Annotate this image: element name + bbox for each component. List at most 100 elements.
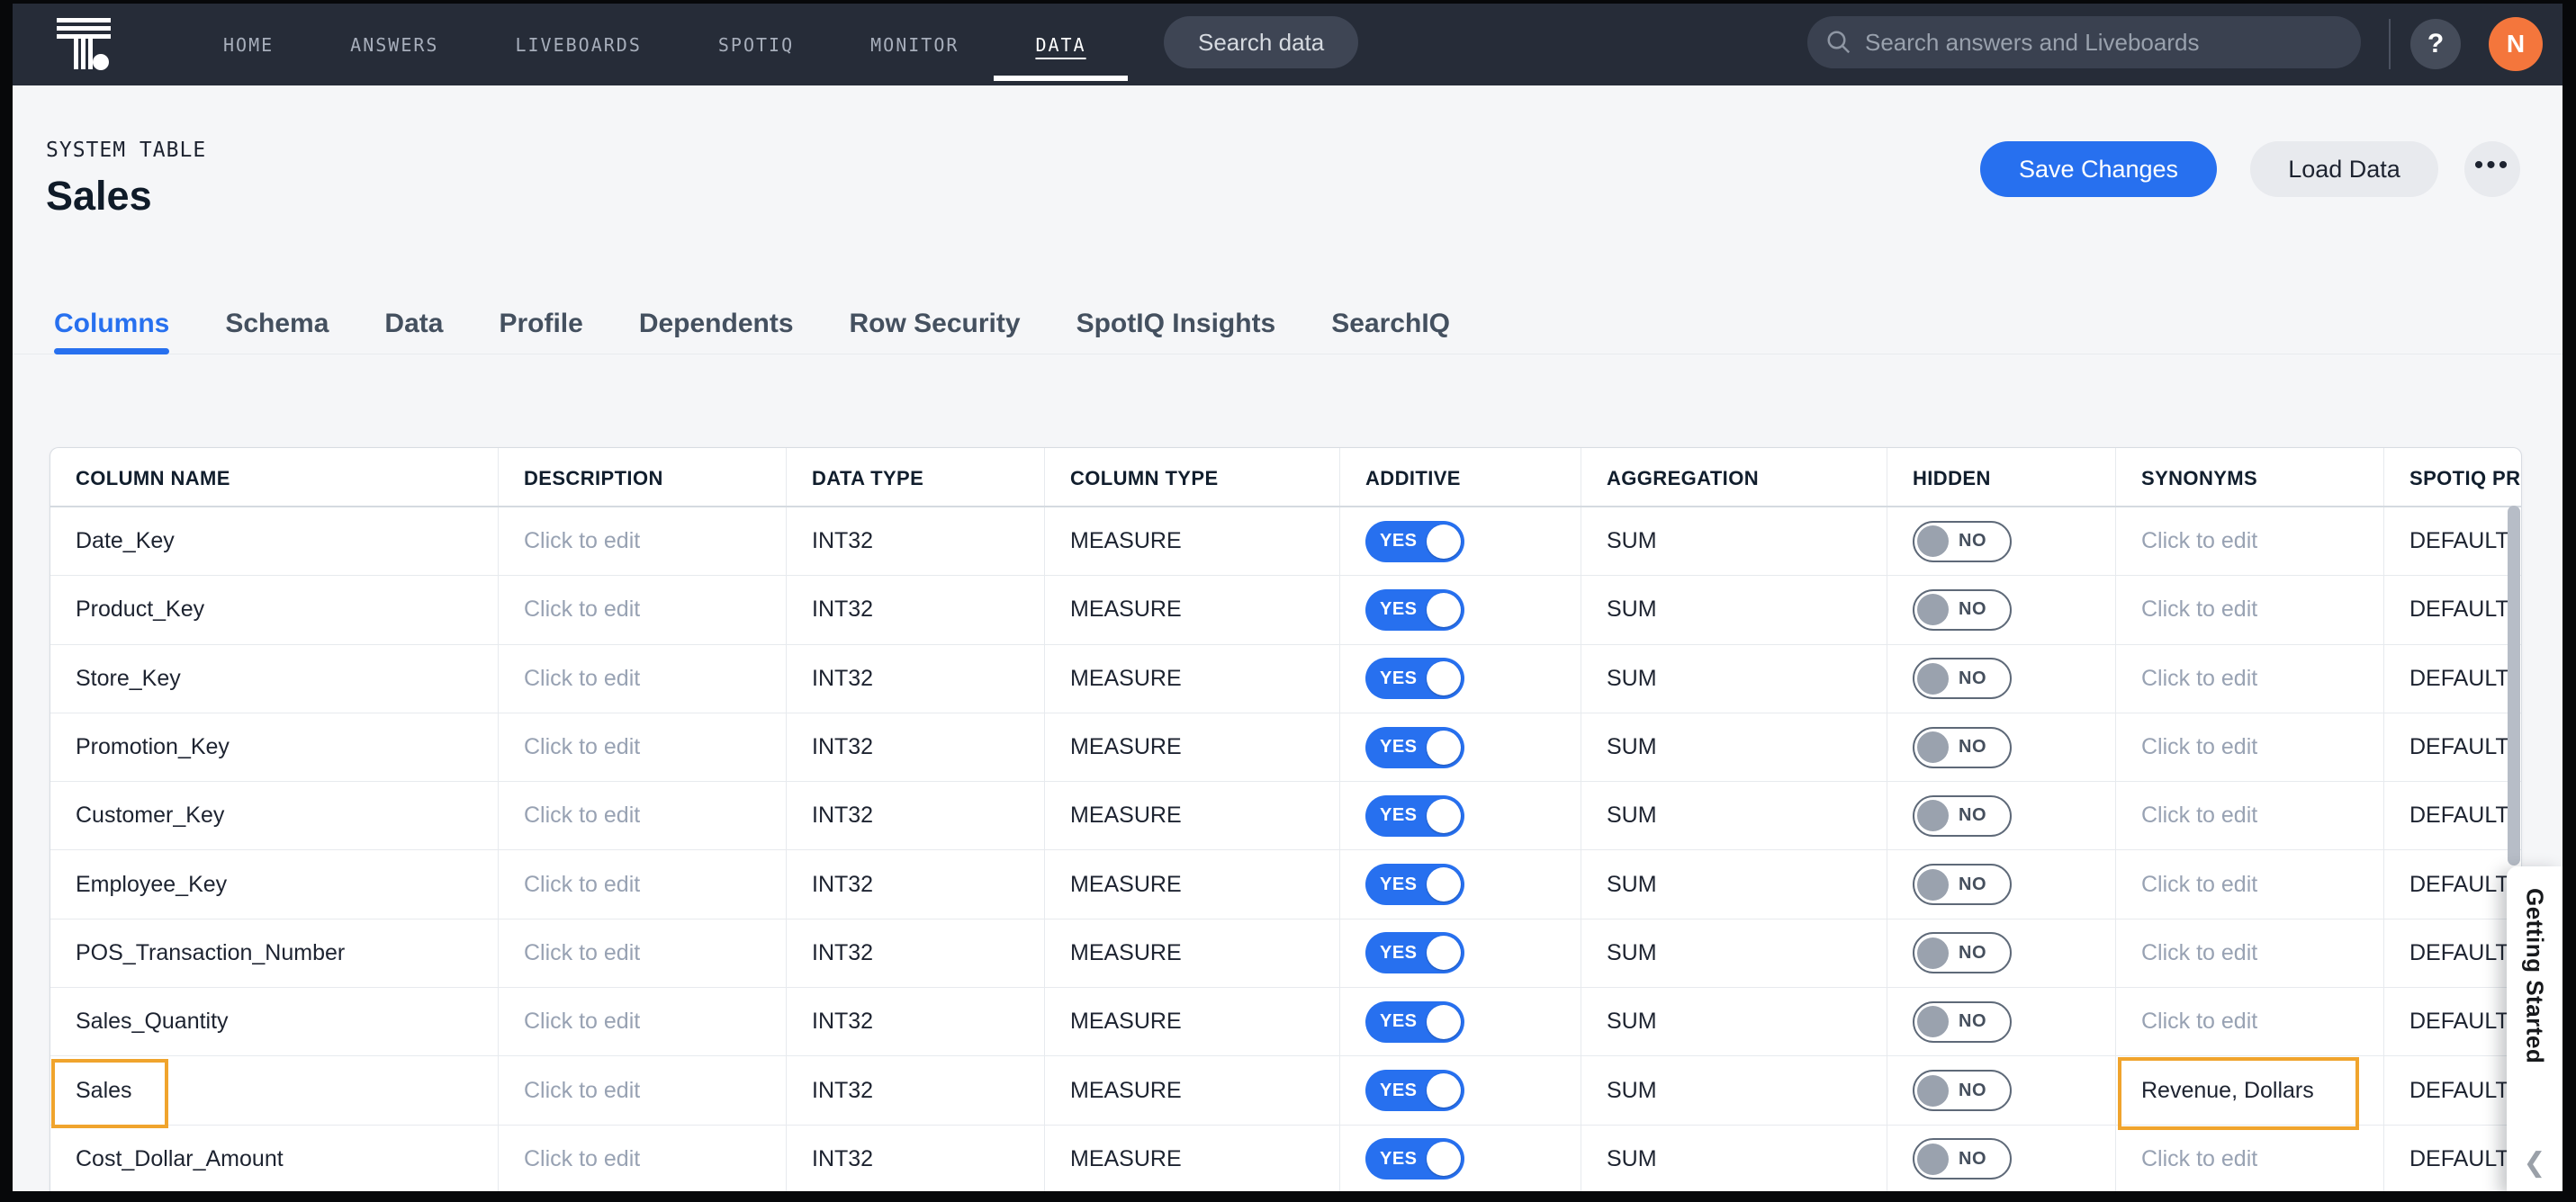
- more-options-button[interactable]: •••: [2464, 141, 2520, 197]
- toggle-knob: [1427, 731, 1461, 765]
- vertical-scrollbar[interactable]: [2508, 506, 2520, 866]
- column-header-column-name: COLUMN NAME: [50, 448, 499, 506]
- cell-aggregation[interactable]: SUM: [1581, 1126, 1887, 1191]
- cell-description[interactable]: Click to edit: [499, 1126, 787, 1191]
- cell-spotiq-preference[interactable]: DEFAULT: [2384, 919, 2521, 987]
- screen: HOME ANSWERS LIVEBOARDS SPOTIQ MONITOR DATA S…: [0, 0, 2576, 1202]
- hidden-toggle[interactable]: NO: [1913, 1070, 2012, 1111]
- collapse-chevron-icon[interactable]: ❮: [2523, 1147, 2545, 1179]
- cell-synonyms[interactable]: Click to edit: [2116, 713, 2384, 781]
- cell-description[interactable]: Click to edit: [499, 645, 787, 713]
- cell-aggregation[interactable]: SUM: [1581, 576, 1887, 643]
- cell-description[interactable]: Click to edit: [499, 576, 787, 643]
- cell-synonyms[interactable]: Click to edit: [2116, 919, 2384, 987]
- cell-synonyms[interactable]: Click to edit: [2116, 507, 2384, 575]
- additive-toggle[interactable]: YES: [1365, 1070, 1464, 1111]
- tab-profile[interactable]: Profile: [499, 293, 582, 354]
- nav-item-spotiq[interactable]: SPOTIQ: [718, 34, 794, 56]
- cell-aggregation[interactable]: SUM: [1581, 1056, 1887, 1124]
- cell-spotiq-preference[interactable]: DEFAULT: [2384, 782, 2521, 849]
- hidden-toggle[interactable]: NO: [1913, 795, 2012, 837]
- cell-spotiq-preference[interactable]: DEFAULT: [2384, 1056, 2521, 1124]
- hidden-toggle[interactable]: NO: [1913, 727, 2012, 768]
- cell-aggregation[interactable]: SUM: [1581, 782, 1887, 849]
- toggle-knob: [1917, 731, 1949, 763]
- nav-item-answers[interactable]: ANSWERS: [350, 34, 438, 56]
- additive-toggle[interactable]: YES: [1365, 1001, 1464, 1043]
- user-avatar[interactable]: N: [2489, 17, 2543, 71]
- cell-synonyms[interactable]: Click to edit: [2116, 645, 2384, 713]
- additive-toggle[interactable]: YES: [1365, 1138, 1464, 1180]
- hidden-toggle[interactable]: NO: [1913, 1138, 2012, 1180]
- cell-aggregation[interactable]: SUM: [1581, 919, 1887, 987]
- table-row-date_key: Date_KeyClick to editINT32MEASUREYESSUMN…: [50, 507, 2521, 576]
- additive-toggle[interactable]: YES: [1365, 589, 1464, 631]
- column-header-description: DESCRIPTION: [499, 448, 787, 506]
- cell-description[interactable]: Click to edit: [499, 1056, 787, 1124]
- cell-description[interactable]: Click to edit: [499, 850, 787, 918]
- tab-spotiq-insights[interactable]: SpotIQ Insights: [1076, 293, 1276, 354]
- toggle-knob: [1917, 937, 1949, 969]
- nav-item-monitor[interactable]: MONITOR: [870, 34, 959, 56]
- hidden-toggle[interactable]: NO: [1913, 1001, 2012, 1043]
- cell-synonyms[interactable]: Click to edit: [2116, 850, 2384, 918]
- cell-synonyms[interactable]: Click to edit: [2116, 988, 2384, 1055]
- additive-toggle[interactable]: YES: [1365, 932, 1464, 973]
- tab-schema[interactable]: Schema: [225, 293, 329, 354]
- global-search[interactable]: [1807, 16, 2361, 68]
- cell-aggregation[interactable]: SUM: [1581, 850, 1887, 918]
- cell-spotiq-preference[interactable]: DEFAULT: [2384, 850, 2521, 918]
- toggle-label: NO: [1959, 599, 1986, 620]
- hidden-toggle[interactable]: NO: [1913, 932, 2012, 973]
- cell-description[interactable]: Click to edit: [499, 919, 787, 987]
- hidden-toggle[interactable]: NO: [1913, 589, 2012, 631]
- cell-additive: YES: [1340, 988, 1581, 1055]
- tab-data[interactable]: Data: [384, 293, 443, 354]
- additive-toggle[interactable]: YES: [1365, 521, 1464, 562]
- cell-description[interactable]: Click to edit: [499, 782, 787, 849]
- cell-spotiq-preference[interactable]: DEFAULT: [2384, 645, 2521, 713]
- cell-data-type: INT32: [787, 988, 1045, 1055]
- tab-row-security[interactable]: Row Security: [850, 293, 1021, 354]
- nav-item-liveboards[interactable]: LIVEBOARDS: [515, 34, 641, 56]
- additive-toggle[interactable]: YES: [1365, 727, 1464, 768]
- cell-data-type: INT32: [787, 713, 1045, 781]
- cell-spotiq-preference[interactable]: DEFAULT: [2384, 1126, 2521, 1191]
- additive-toggle[interactable]: YES: [1365, 864, 1464, 905]
- toggle-label: YES: [1380, 875, 1418, 895]
- table-row-product_key: Product_KeyClick to editINT32MEASUREYESS…: [50, 576, 2521, 644]
- cell-spotiq-preference[interactable]: DEFAULT: [2384, 713, 2521, 781]
- nav-item-data[interactable]: DATA: [1035, 34, 1085, 56]
- hidden-toggle[interactable]: NO: [1913, 658, 2012, 699]
- nav-item-home[interactable]: HOME: [223, 34, 274, 56]
- hidden-toggle[interactable]: NO: [1913, 521, 2012, 562]
- cell-spotiq-preference[interactable]: DEFAULT: [2384, 507, 2521, 575]
- cell-additive: YES: [1340, 1126, 1581, 1191]
- cell-aggregation[interactable]: SUM: [1581, 507, 1887, 575]
- global-search-input[interactable]: [1863, 28, 2354, 58]
- additive-toggle[interactable]: YES: [1365, 795, 1464, 837]
- search-data-button[interactable]: Search data: [1164, 16, 1358, 68]
- cell-description[interactable]: Click to edit: [499, 988, 787, 1055]
- tab-columns[interactable]: Columns: [54, 293, 169, 354]
- cell-column-name: Sales_Quantity: [50, 988, 499, 1055]
- cell-aggregation[interactable]: SUM: [1581, 645, 1887, 713]
- cell-spotiq-preference[interactable]: DEFAULT: [2384, 576, 2521, 643]
- getting-started-panel[interactable]: Getting Started ❮: [2507, 866, 2562, 1191]
- thoughtspot-logo-icon[interactable]: [57, 17, 111, 71]
- save-changes-button[interactable]: Save Changes: [1980, 141, 2217, 197]
- hidden-toggle[interactable]: NO: [1913, 864, 2012, 905]
- cell-synonyms[interactable]: Click to edit: [2116, 576, 2384, 643]
- cell-synonyms[interactable]: Click to edit: [2116, 782, 2384, 849]
- cell-description[interactable]: Click to edit: [499, 507, 787, 575]
- cell-aggregation[interactable]: SUM: [1581, 988, 1887, 1055]
- tab-dependents[interactable]: Dependents: [639, 293, 794, 354]
- cell-aggregation[interactable]: SUM: [1581, 713, 1887, 781]
- load-data-button[interactable]: Load Data: [2250, 141, 2438, 197]
- additive-toggle[interactable]: YES: [1365, 658, 1464, 699]
- help-button[interactable]: ?: [2410, 19, 2461, 69]
- tab-searchiq[interactable]: SearchIQ: [1331, 293, 1450, 354]
- cell-description[interactable]: Click to edit: [499, 713, 787, 781]
- cell-spotiq-preference[interactable]: DEFAULT: [2384, 988, 2521, 1055]
- cell-synonyms[interactable]: Click to edit: [2116, 1126, 2384, 1191]
